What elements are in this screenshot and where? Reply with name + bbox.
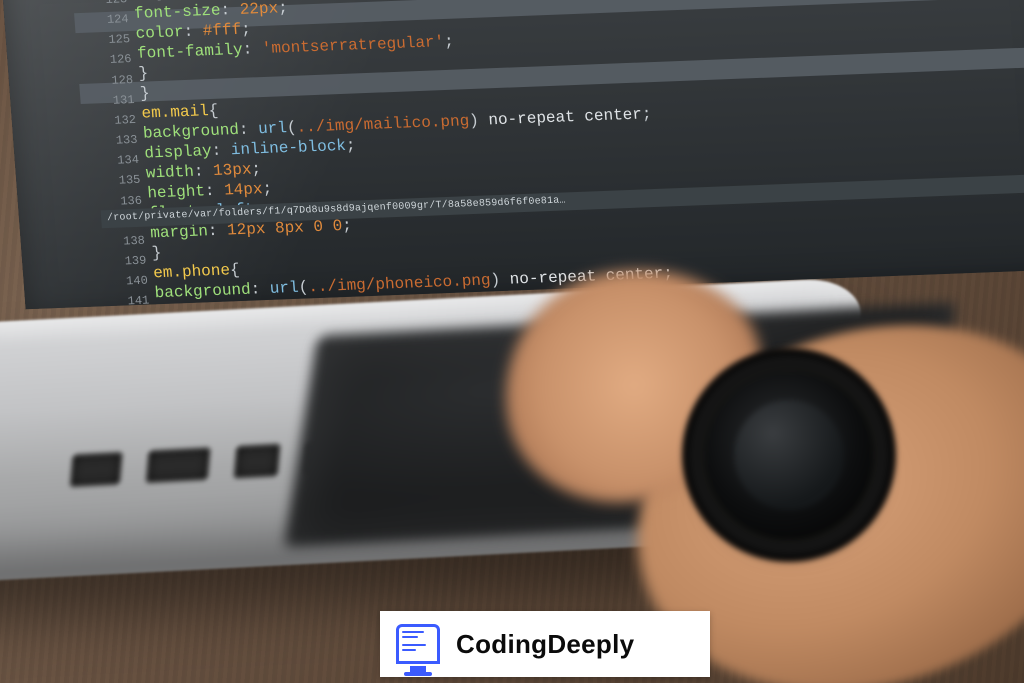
monitor-code-icon xyxy=(396,624,440,664)
brand-watermark: CodingDeeply xyxy=(380,611,710,677)
port-ethernet xyxy=(145,447,212,485)
port-usb xyxy=(233,443,282,480)
port-magSafe xyxy=(69,451,124,488)
brand-name: CodingDeeply xyxy=(456,629,634,660)
editor-code: h3{ font-size: 22px; color: #fff; font-f… xyxy=(132,0,679,309)
wrist-watch xyxy=(704,370,874,540)
laptop-screen: 1231241251261281311321331341351361371381… xyxy=(0,0,1024,309)
